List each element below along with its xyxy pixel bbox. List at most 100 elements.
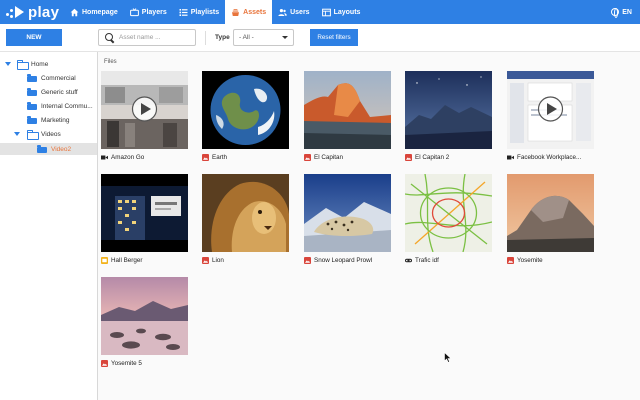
mouse-cursor-icon — [444, 352, 452, 363]
yosemite-thumbnail — [507, 174, 594, 252]
folder-open-icon — [27, 130, 39, 140]
image-icon — [507, 257, 514, 264]
files-section-label: Files — [104, 59, 117, 65]
top-nav-bar: play Homepage Players Playlists Assets U… — [0, 0, 640, 24]
asset-tile[interactable]: Yosemite 5 — [101, 277, 188, 367]
image-icon — [304, 154, 311, 161]
tree-item-video2[interactable]: Video2 — [0, 143, 97, 155]
asset-name: Amazon Go — [111, 154, 145, 161]
asset-caption: Facebook Workplace... — [507, 153, 594, 162]
asset-name: El Capitan 2 — [415, 154, 450, 161]
asset-name: El Capitan — [314, 154, 344, 161]
asset-name: Lion — [212, 257, 224, 264]
tree-item-commercial[interactable]: Commercial — [0, 72, 97, 84]
asset-tile[interactable]: El Capitan 2 — [405, 71, 492, 161]
tree-item-label: Internal Commu... — [41, 102, 93, 110]
main-nav: Homepage Players Playlists Assets Users — [64, 0, 366, 24]
asset-tile[interactable]: Hall Berger — [101, 174, 188, 264]
nav-assets[interactable]: Assets — [225, 0, 273, 24]
asset-name: Yosemite — [517, 257, 543, 264]
tree-item-label: Commercial — [41, 74, 76, 82]
tree-item-label: Marketing — [41, 116, 70, 124]
link-icon — [405, 257, 412, 264]
asset-thumbnail — [507, 174, 594, 252]
asset-tile[interactable]: Facebook Workplace... — [507, 71, 594, 161]
asset-tile[interactable]: Trafic idf — [405, 174, 492, 264]
asset-thumbnail — [405, 174, 492, 252]
asset-name: Snow Leopard Prowl — [314, 257, 373, 264]
asset-caption: Amazon Go — [101, 153, 188, 162]
nav-playlists[interactable]: Playlists — [173, 0, 225, 24]
nav-players-label: Players — [141, 8, 167, 16]
video-camera-icon — [507, 154, 514, 161]
asset-thumbnail — [507, 71, 594, 149]
asset-name: Trafic idf — [415, 257, 439, 264]
tree-item-generic-stuff[interactable]: Generic stuff — [0, 86, 97, 98]
asset-name: Facebook Workplace... — [517, 154, 582, 161]
tree-item-internal-communication[interactable]: Internal Commu... — [0, 100, 97, 112]
play-logo[interactable]: play — [6, 3, 59, 21]
layout-icon — [321, 8, 331, 17]
tree-item-marketing[interactable]: Marketing — [0, 114, 97, 126]
nav-layouts[interactable]: Layouts — [316, 0, 367, 24]
asset-tile[interactable]: Snow Leopard Prowl — [304, 174, 391, 264]
asset-thumbnail — [101, 174, 188, 252]
el-capitan-2-thumbnail — [405, 71, 492, 149]
asset-caption: Yosemite — [507, 256, 594, 265]
nav-homepage-label: Homepage — [82, 8, 118, 16]
asset-caption: El Capitan — [304, 153, 391, 162]
tree-item-home[interactable]: Home — [0, 58, 97, 70]
image-icon — [304, 257, 311, 264]
type-filter-select[interactable]: - All - — [233, 29, 294, 46]
asset-thumbnail — [405, 71, 492, 149]
type-filter-label: Type — [215, 34, 230, 41]
tree-expand-icon[interactable] — [14, 132, 20, 136]
asset-thumbnail — [304, 174, 391, 252]
nav-users[interactable]: Users — [272, 0, 315, 24]
folder-icon — [27, 88, 37, 96]
snow-leopard-thumbnail — [304, 174, 391, 252]
search-input[interactable] — [119, 34, 195, 41]
image-icon — [101, 360, 108, 367]
asset-caption: Snow Leopard Prowl — [304, 256, 391, 265]
tree-item-label: Home — [31, 60, 49, 68]
asset-tile[interactable]: Amazon Go — [101, 71, 188, 161]
asset-name: Hall Berger — [111, 257, 143, 264]
asset-tile[interactable]: Lion — [202, 174, 289, 264]
tree-expand-icon[interactable] — [5, 62, 11, 66]
toolbar-divider — [205, 31, 206, 45]
tree-item-videos[interactable]: Videos — [0, 128, 97, 140]
folder-icon — [27, 102, 37, 110]
asset-toolbar: NEW Type - All - Reset filters — [0, 24, 640, 52]
nav-homepage[interactable]: Homepage — [64, 0, 124, 24]
tree-item-label: Generic stuff — [41, 88, 78, 96]
traffic-map-thumbnail — [405, 174, 492, 252]
asset-tile[interactable]: Earth — [202, 71, 289, 161]
facebook-workplace-thumbnail — [507, 71, 594, 149]
asset-caption: Trafic idf — [405, 256, 492, 265]
video-camera-icon — [101, 154, 108, 161]
asset-caption: Hall Berger — [101, 256, 188, 265]
play-logo-icon — [6, 5, 26, 19]
asset-thumbnail — [202, 71, 289, 149]
nav-players[interactable]: Players — [124, 0, 173, 24]
language-label: EN — [622, 8, 632, 16]
new-asset-button[interactable]: NEW — [6, 29, 62, 46]
language-selector[interactable]: EN — [611, 0, 632, 24]
layers-icon — [231, 8, 240, 17]
el-capitan-thumbnail — [304, 71, 391, 149]
brand-name: play — [28, 3, 60, 21]
nav-assets-label: Assets — [243, 8, 267, 16]
search-box — [98, 29, 196, 46]
asset-tile[interactable]: El Capitan — [304, 71, 391, 161]
reset-filters-button[interactable]: Reset filters — [310, 29, 358, 46]
amazon-go-thumbnail — [101, 71, 188, 149]
asset-grid: Files Amazon Go Earth El Capitan El Capi… — [98, 52, 640, 400]
tree-item-label: Video2 — [51, 145, 72, 153]
type-filter-value: - All - — [239, 34, 254, 41]
slides-icon — [101, 257, 108, 264]
asset-tile[interactable]: Yosemite — [507, 174, 594, 264]
home-icon — [70, 8, 79, 17]
image-icon — [202, 154, 209, 161]
list-icon — [179, 8, 188, 17]
